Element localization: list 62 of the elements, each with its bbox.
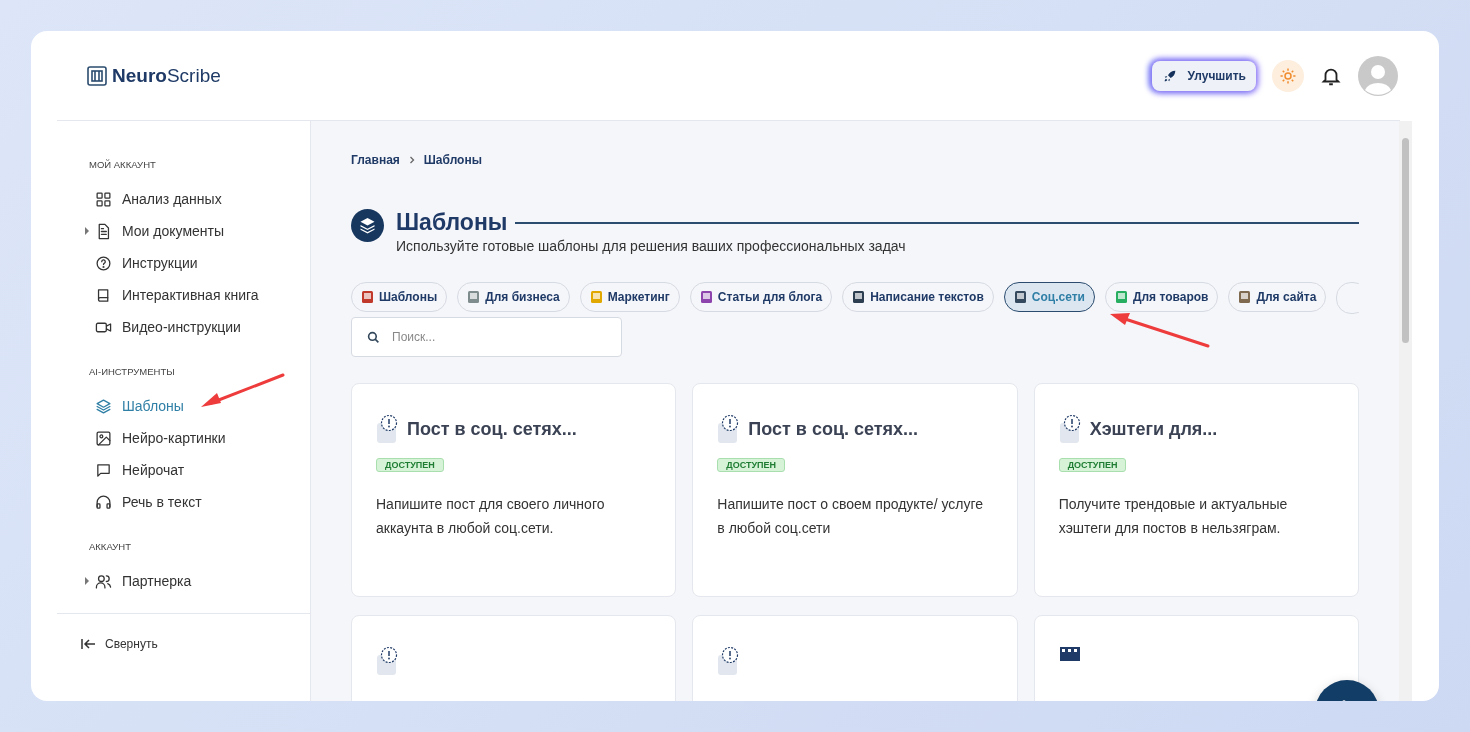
category-chip[interactable]: Статьи для блога bbox=[689, 282, 833, 312]
sidebar-item[interactable]: Партнерка bbox=[95, 572, 192, 590]
breadcrumb-link[interactable]: Главная bbox=[351, 153, 400, 167]
template-card[interactable]: Хэштеги для... ДОСТУПЕН Получите трендовые и актуальные хэштеги для постов в нельзяграм. bbox=[1033, 383, 1359, 597]
sidebar-item[interactable]: Речь в текст bbox=[95, 493, 202, 511]
section-title: АККАУНТ bbox=[89, 541, 133, 552]
category-chip[interactable]: Написание текстов bbox=[842, 282, 994, 312]
page-subtitle: Используйте готовые шаблоны для решения ваших профессиональных задач bbox=[396, 238, 907, 254]
caret-icon[interactable] bbox=[85, 577, 89, 585]
grid-icon bbox=[95, 190, 112, 208]
category-chip[interactable] bbox=[1336, 282, 1359, 314]
chevron-icon bbox=[407, 156, 416, 164]
category-chip[interactable]: Соц.сети bbox=[1003, 282, 1095, 312]
headphones-icon bbox=[95, 493, 112, 511]
search-field[interactable]: Поиск... bbox=[351, 317, 622, 357]
category-chip[interactable]: Маркетинг bbox=[579, 282, 680, 312]
sidebar-item[interactable]: Нейро-картинки bbox=[95, 429, 226, 447]
category-chip[interactable]: Для товаров bbox=[1104, 282, 1219, 312]
collapse-button[interactable]: Свернуть bbox=[81, 637, 158, 651]
scrollbar[interactable] bbox=[1399, 121, 1412, 701]
section-title: МОЙ АККАУНТ bbox=[89, 159, 157, 170]
logo-icon bbox=[87, 65, 107, 86]
upgrade-button[interactable]: Улучшить bbox=[1151, 60, 1256, 91]
sun-icon[interactable] bbox=[1272, 59, 1304, 92]
breadcrumb-link[interactable]: Шаблоны bbox=[423, 153, 482, 167]
logo-text: NeuroScribe bbox=[112, 64, 221, 87]
card-title: Пост в соц. сетях... bbox=[407, 418, 577, 440]
sidebar-item[interactable]: Инструкции bbox=[95, 254, 198, 272]
sidebar-item[interactable]: Шаблоны bbox=[95, 397, 184, 415]
section-title: AI-ИНСТРУМЕНТЫ bbox=[89, 366, 176, 377]
card-description: Получите трендовые и актуальные хэштеги для постов в нельзяграм. bbox=[1058, 495, 1289, 538]
caret-icon[interactable] bbox=[85, 227, 89, 235]
card-description: Напишите пост о своем продукте/ услуге в любой соц.сети bbox=[717, 495, 985, 538]
page-title: Шаблоны bbox=[396, 209, 508, 236]
template-card[interactable]: Пост в соц. сетях... ДОСТУПЕН Напишите пост о своем продукте/ услуге в любой соц.сети bbox=[692, 383, 1018, 597]
sidebar-item[interactable]: Интерактивная книга bbox=[95, 286, 259, 304]
collapse-icon bbox=[81, 638, 97, 650]
status-badge: ДОСТУПЕН bbox=[717, 458, 786, 472]
card-description: Напишите пост для своего личного аккаунта в любой соц.сети. bbox=[376, 495, 606, 538]
sidebar-item[interactable]: Анализ данных bbox=[95, 190, 222, 208]
sidebar-item[interactable]: Нейрочат bbox=[95, 461, 185, 479]
category-chip[interactable]: Шаблоны bbox=[351, 282, 448, 312]
card-title: Пост в соц. сетях... bbox=[748, 418, 919, 440]
layers-icon bbox=[351, 209, 384, 242]
template-card[interactable]: Пост в соц. сетях... ДОСТУПЕН Напишите пост для своего личного аккаунта в любой соц.сети. bbox=[351, 383, 677, 597]
avatar-icon[interactable] bbox=[1358, 55, 1398, 96]
category-chip[interactable]: Для сайта bbox=[1228, 282, 1327, 312]
chat-icon bbox=[95, 461, 112, 479]
help-icon bbox=[95, 254, 112, 272]
status-badge: ДОСТУПЕН bbox=[1058, 458, 1127, 472]
sidebar-item[interactable]: Мои документы bbox=[95, 222, 224, 240]
status-badge: ДОСТУПЕН bbox=[376, 458, 444, 472]
layers-icon bbox=[95, 397, 112, 415]
note-icon bbox=[376, 646, 400, 676]
card-title: Хэштеги для... bbox=[1089, 418, 1218, 440]
note-icon bbox=[1058, 414, 1083, 444]
category-chip[interactable]: Для бизнеса bbox=[457, 282, 570, 312]
film-icon bbox=[1058, 646, 1081, 662]
image-icon bbox=[95, 429, 112, 447]
sidebar-item[interactable]: Видео-инструкции bbox=[95, 318, 241, 336]
users-icon bbox=[95, 572, 112, 590]
note-icon bbox=[376, 414, 400, 444]
